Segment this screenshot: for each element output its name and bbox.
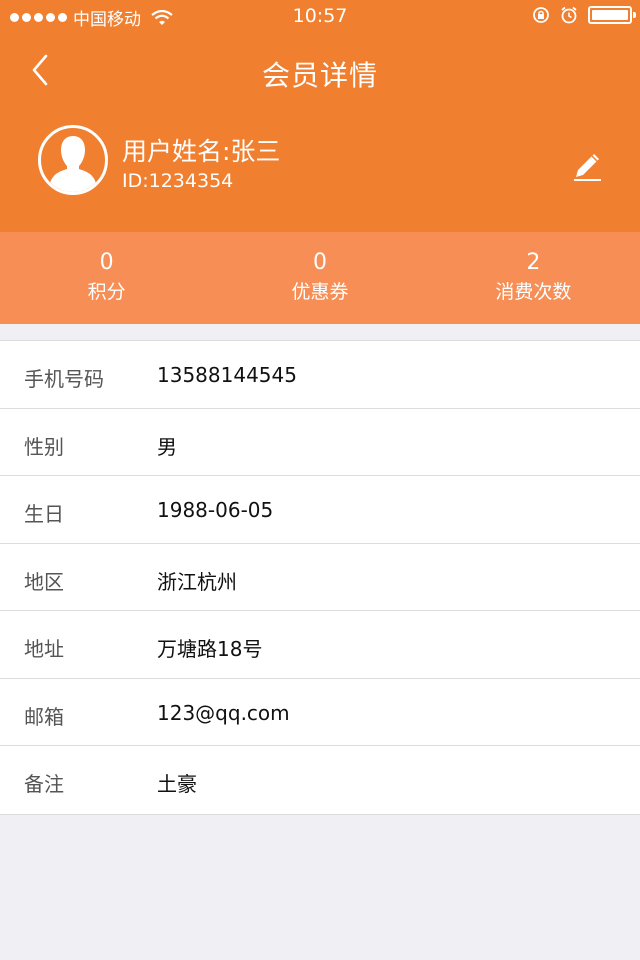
stat-value: 2 — [526, 250, 541, 275]
row-value: 123@qq.com — [157, 700, 290, 725]
profile-section: 用户姓名:张三 ID:1234354 — [0, 122, 640, 202]
user-id: ID:1234354 — [122, 170, 234, 192]
row-value: 土豪 — [157, 772, 197, 796]
header: 中国移动 10:57 会员详情 用户姓名:张三 ID:1234354 — [0, 0, 640, 232]
orientation-lock-icon — [533, 7, 549, 23]
stat-label: 优惠券 — [291, 281, 349, 303]
page-title: 会员详情 — [261, 59, 378, 92]
row-value: 1988-06-05 — [157, 498, 274, 522]
user-name: 用户姓名:张三 — [122, 137, 281, 166]
info-row-birthday[interactable]: 生日 1988-06-05 — [0, 476, 640, 544]
row-value: 万塘路18号 — [157, 637, 263, 661]
row-value: 13588144545 — [157, 363, 297, 387]
info-row-address[interactable]: 地址 万塘路18号 — [0, 611, 640, 679]
member-info-list: 手机号码 13588144545 性别 男 生日 1988-06-05 地区 浙… — [0, 340, 640, 815]
stat-value: 0 — [99, 250, 114, 275]
info-row-email[interactable]: 邮箱 123@qq.com — [0, 679, 640, 746]
row-label: 生日 — [24, 502, 64, 526]
info-row-notes[interactable]: 备注 土豪 — [0, 746, 640, 814]
stat-label: 积分 — [87, 281, 126, 303]
row-label: 地区 — [24, 569, 64, 594]
row-label: 地址 — [24, 637, 64, 661]
stats-bar: 0 积分 0 优惠券 2 消费次数 — [0, 232, 640, 324]
info-row-region[interactable]: 地区 浙江杭州 — [0, 544, 640, 611]
info-row-gender[interactable]: 性别 男 — [0, 409, 640, 476]
avatar[interactable] — [38, 125, 108, 195]
stat-purchase-count[interactable]: 2 消费次数 — [427, 232, 640, 324]
info-row-phone[interactable]: 手机号码 13588144545 — [0, 341, 640, 409]
stat-points[interactable]: 0 积分 — [0, 232, 213, 324]
stat-label: 消费次数 — [495, 281, 572, 303]
row-label: 备注 — [24, 772, 64, 796]
stat-value: 0 — [312, 250, 327, 275]
row-label: 邮箱 — [24, 704, 64, 729]
status-bar: 中国移动 10:57 — [0, 0, 640, 32]
stat-coupons[interactable]: 0 优惠券 — [213, 232, 426, 324]
user-avatar-icon — [49, 136, 97, 192]
row-label: 手机号码 — [24, 367, 104, 391]
row-value: 男 — [157, 434, 177, 459]
battery-icon — [588, 6, 636, 24]
alarm-icon — [561, 6, 577, 24]
nav-bar: 会员详情 — [0, 40, 640, 104]
edit-button[interactable] — [570, 146, 604, 182]
row-value: 浙江杭州 — [157, 569, 237, 594]
pencil-icon — [574, 154, 601, 181]
status-right — [532, 6, 636, 24]
row-label: 性别 — [24, 434, 64, 459]
